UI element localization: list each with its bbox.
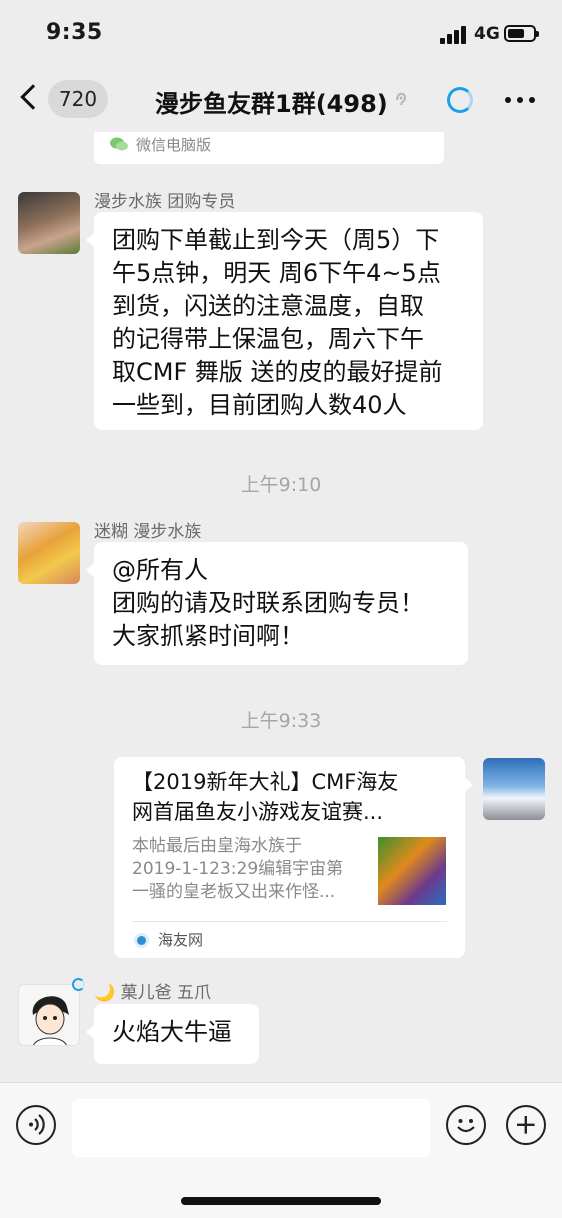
emoji-button[interactable] <box>446 1105 486 1145</box>
message-line: 一些到，目前团购人数40人 <box>112 391 407 419</box>
emoji-icon <box>457 1119 475 1133</box>
sender-name: 漫步水族 团购专员 <box>94 192 236 212</box>
site-icon <box>134 933 149 948</box>
message-bubble[interactable]: 团购下单截止到今天（周5）下 午5点钟，明天 周6下午4~5点 到货，闪送的注意… <box>86 212 483 430</box>
timestamp-separator: 上午9:33 <box>240 710 322 732</box>
message-bubble[interactable]: 火焰大牛逼 <box>86 1004 259 1064</box>
message-line: 团购下单截止到今天（周5）下 <box>112 226 440 254</box>
message-line: 到货，闪送的注意温度，自取 <box>112 292 424 320</box>
message-line: 大家抓紧时间啊！ <box>112 622 304 650</box>
chevron-left-icon <box>20 84 46 110</box>
timestamp-separator: 上午9:10 <box>240 474 322 496</box>
signal-icon <box>440 26 468 44</box>
source-label: 微信电脑版 <box>136 136 212 154</box>
link-desc-line: 本帖最后由皇海水族于 <box>132 836 302 856</box>
my-avatar[interactable] <box>483 758 545 820</box>
sender-name: 🌙 菓儿爸 五爪 <box>94 983 211 1003</box>
link-title-line: 【2019新年大礼】CMF海友 <box>132 770 399 794</box>
more-functions-button[interactable] <box>506 1105 546 1145</box>
home-indicator[interactable] <box>181 1197 381 1205</box>
link-description: 本帖最后由皇海水族于 2019-1-123:29编辑宇宙第 一骚的皇老板又出来作… <box>132 835 372 904</box>
message-input[interactable] <box>72 1099 430 1157</box>
message-line: 团购的请及时联系团购专员！ <box>112 589 424 617</box>
status-time: 9:35 <box>46 20 103 45</box>
wechat-icon <box>110 137 128 151</box>
back-button[interactable]: 720 <box>18 78 114 122</box>
message-line: 取CMF 舞版 送的皮的最好提前 <box>112 358 443 386</box>
divider <box>132 921 447 922</box>
message-bubble[interactable]: @所有人 团购的请及时联系团购专员！ 大家抓紧时间啊！ <box>86 542 468 665</box>
message-line: 的记得带上保温包，周六下午 <box>112 325 424 353</box>
network-label: 4G <box>474 24 500 44</box>
unread-count-badge: 720 <box>48 80 108 118</box>
shared-link-card[interactable]: 【2019新年大礼】CMF海友 网首届鱼友小游戏友谊赛... 本帖最后由皇海水族… <box>114 757 473 958</box>
link-source: 海友网 <box>158 931 204 949</box>
link-title-line: 网首届鱼友小游戏友谊赛... <box>132 800 384 824</box>
avatar[interactable] <box>18 984 80 1046</box>
message-line: 火焰大牛逼 <box>112 1018 232 1046</box>
link-desc-line: 一骚的皇老板又出来作怪... <box>132 882 336 902</box>
battery-icon <box>504 25 539 42</box>
previous-message-source[interactable]: 微信电脑版 <box>94 132 444 164</box>
sender-name: 迷糊 漫步水族 <box>94 522 202 542</box>
avatar-drawing <box>32 996 69 1045</box>
link-thumbnail <box>378 837 446 905</box>
loading-icon <box>447 87 473 113</box>
link-desc-line: 2019-1-123:29编辑宇宙第 <box>132 859 344 879</box>
voice-icon <box>29 1114 45 1135</box>
chat-area[interactable]: 微信电脑版 漫步水族 团购专员 团购下单截止到今天（周5）下 午5点钟，明天 周… <box>0 132 562 1082</box>
avatar[interactable] <box>18 522 80 584</box>
mute-icon <box>396 92 407 106</box>
link-title: 【2019新年大礼】CMF海友 网首届鱼友小游戏友谊赛... <box>132 767 452 827</box>
nav-bar: 720 漫步鱼友群1群(498) <box>0 68 562 132</box>
voice-input-button[interactable] <box>16 1105 56 1145</box>
status-bar: 9:35 4G <box>0 0 562 68</box>
chat-title: 漫步鱼友群1群(498) <box>155 90 388 118</box>
plus-icon <box>517 1116 535 1134</box>
input-bar <box>0 1082 562 1218</box>
message-line: @所有人 <box>112 556 208 584</box>
message-line: 午5点钟，明天 周6下午4~5点 <box>112 259 441 287</box>
more-options-icon[interactable] <box>505 97 535 103</box>
avatar[interactable] <box>18 192 80 254</box>
status-ring-icon <box>72 978 85 991</box>
